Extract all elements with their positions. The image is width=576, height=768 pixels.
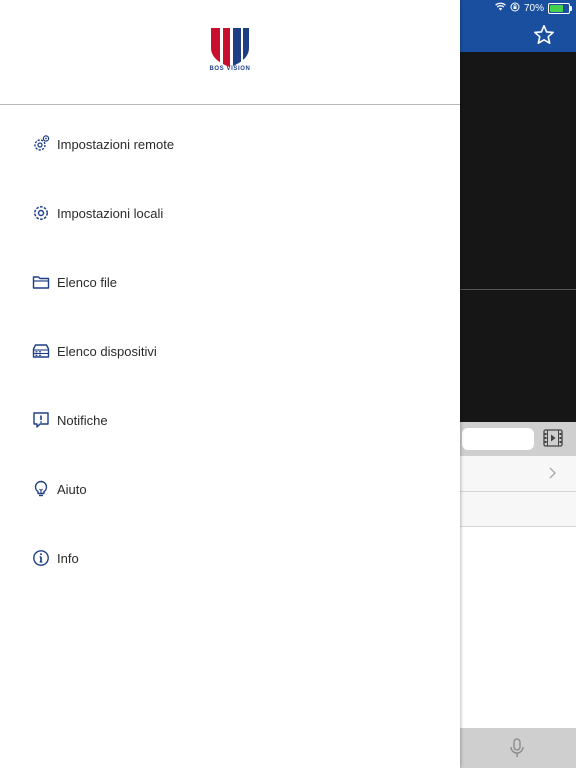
menu-item-info[interactable]: Info [0, 538, 460, 578]
logo-text: BOS VISION [209, 66, 251, 72]
menu-label: Elenco dispositivi [57, 343, 157, 359]
microphone-button[interactable] [508, 738, 526, 758]
menu-label: Aiuto [57, 481, 87, 497]
star-icon [534, 25, 554, 44]
wifi-icon [495, 2, 506, 14]
gear-icon [32, 204, 50, 222]
battery-fill [550, 4, 563, 12]
menu-item-impostazioni-locali[interactable]: Impostazioni locali [0, 193, 460, 233]
menu-label: Impostazioni remote [57, 136, 175, 152]
microphone-icon [510, 738, 524, 757]
playback-button[interactable] [543, 429, 563, 447]
bulb-icon [32, 480, 50, 498]
menu-label: Info [57, 550, 79, 566]
menu-label: Elenco file [57, 274, 117, 290]
device-icon [32, 342, 50, 360]
menu-item-notifiche[interactable]: Notifiche [0, 400, 460, 440]
menu-item-elenco-file[interactable]: Elenco file [0, 262, 460, 302]
orientation-lock-icon [510, 2, 520, 15]
side-drawer: BOS VISION Impostazioni remote Impostazi… [0, 0, 460, 768]
alert-icon [32, 411, 50, 429]
status-bar: 70% [495, 1, 572, 15]
battery-percent: 70% [523, 2, 544, 14]
menu-label: Impostazioni locali [57, 205, 164, 221]
favorite-star-button[interactable] [532, 23, 556, 47]
chevron-right-icon [546, 466, 558, 480]
gear-remote-icon [32, 135, 50, 153]
info-icon [32, 549, 50, 567]
menu-item-aiuto[interactable]: Aiuto [0, 469, 460, 509]
battery-icon [548, 2, 572, 14]
folder-icon [32, 273, 50, 291]
film-play-icon [543, 429, 563, 447]
menu-label: Notifiche [57, 412, 108, 428]
search-input[interactable] [462, 428, 534, 450]
menu-item-elenco-dispositivi[interactable]: Elenco dispositivi [0, 331, 460, 371]
drawer-header: BOS VISION [0, 0, 460, 105]
menu-item-impostazioni-remote[interactable]: Impostazioni remote [0, 124, 460, 164]
